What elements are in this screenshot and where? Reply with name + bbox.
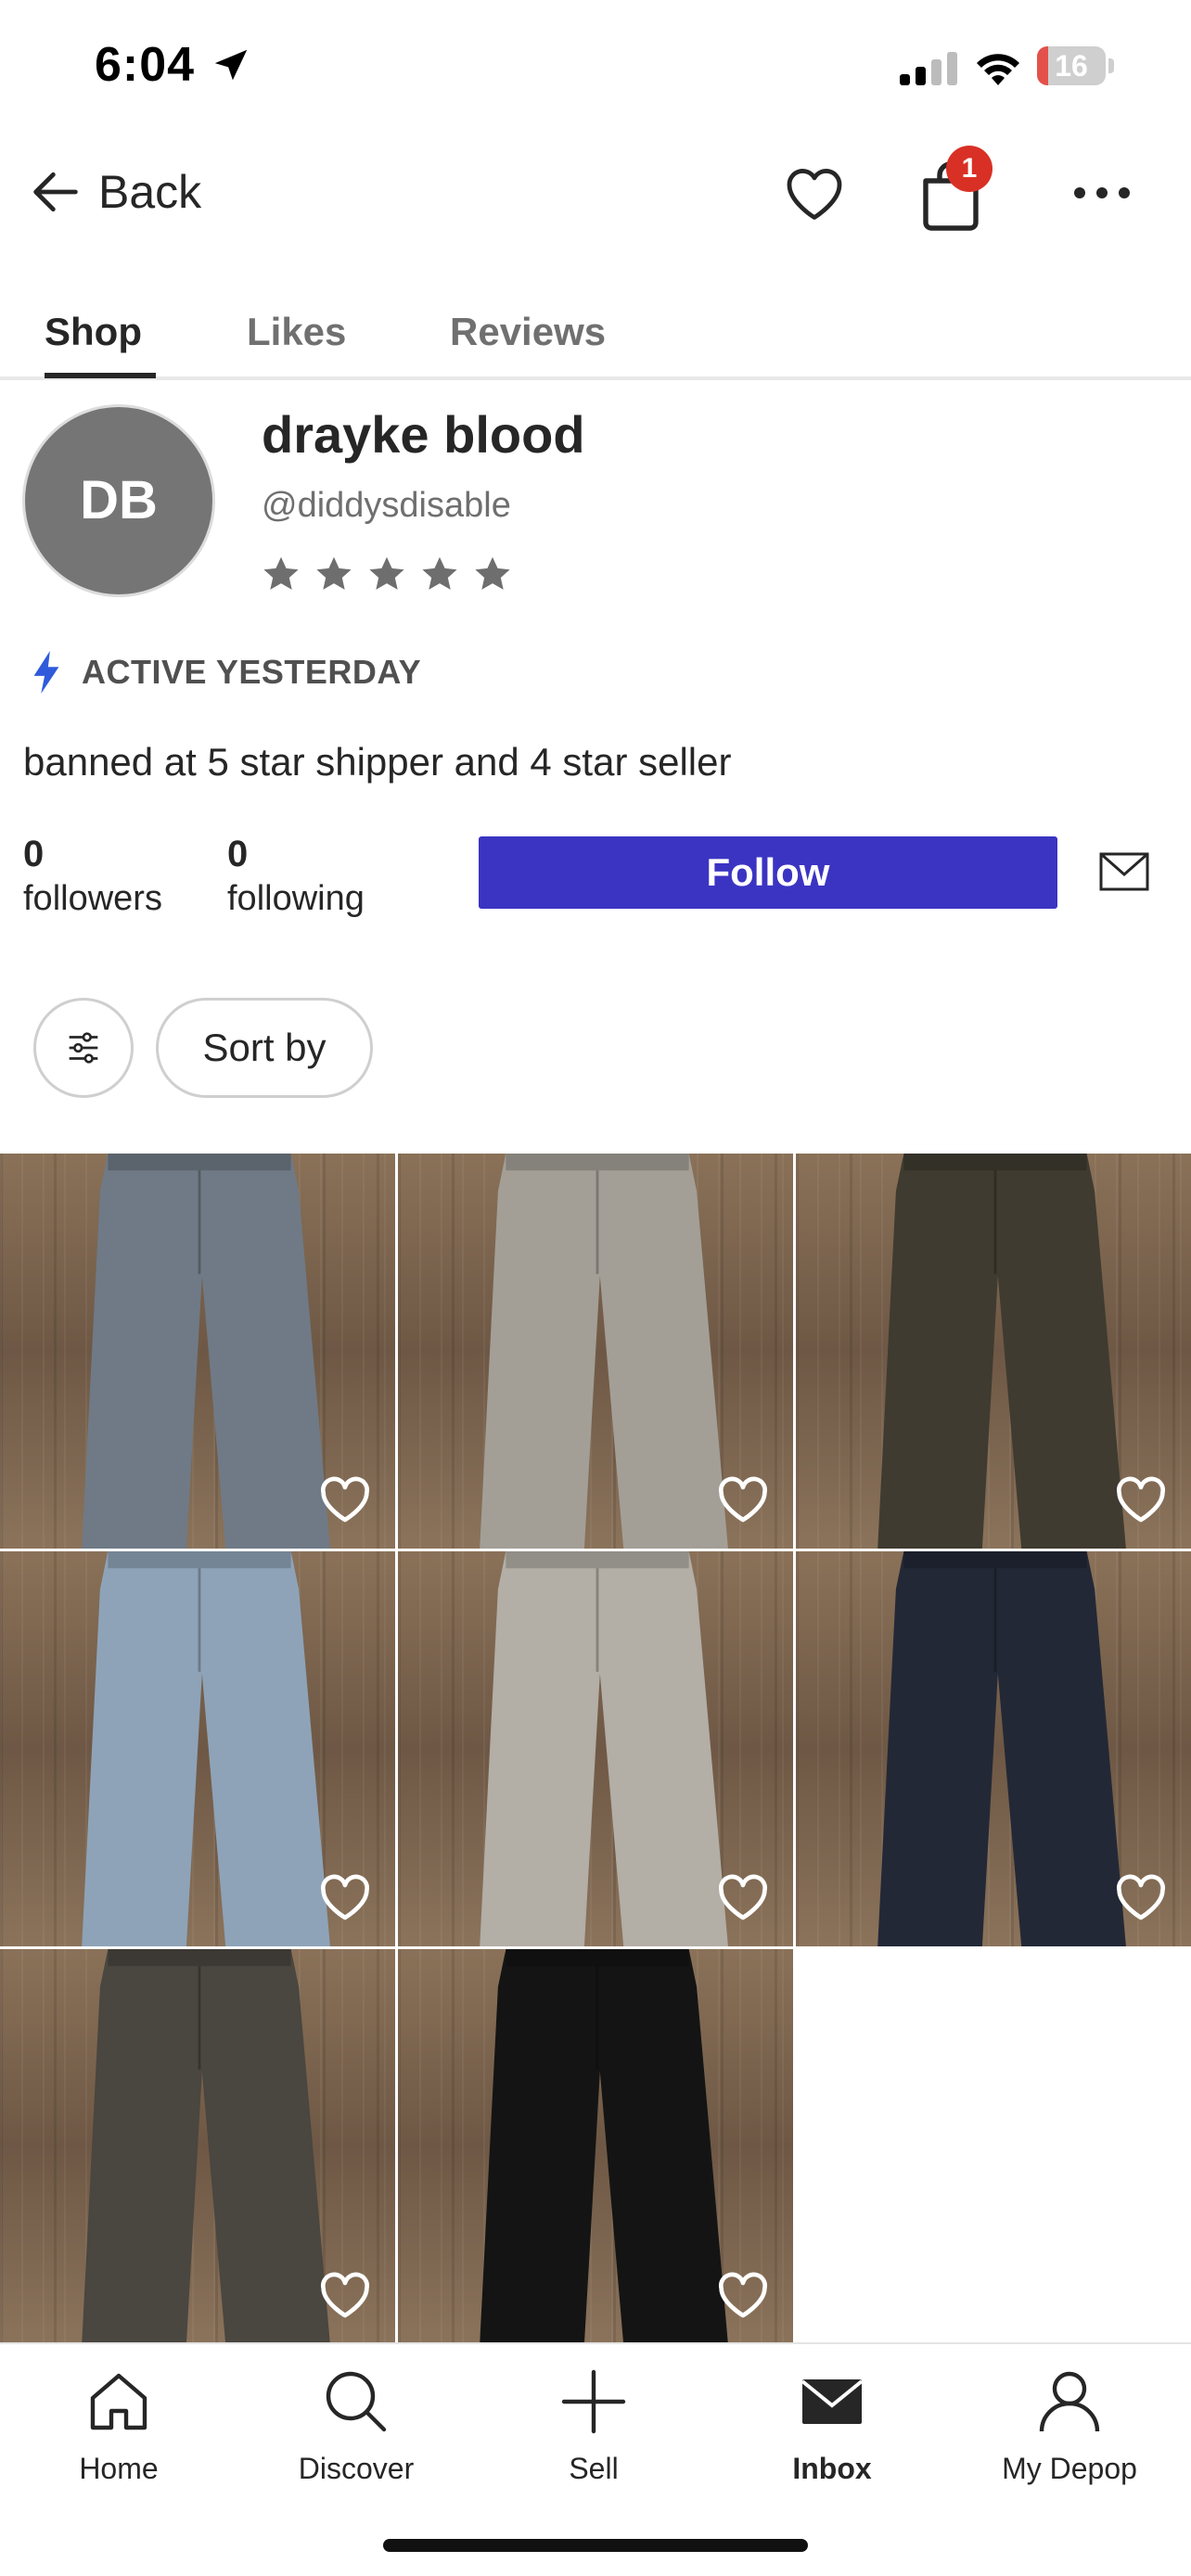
back-label: Back (98, 166, 202, 218)
filter-button[interactable] (33, 998, 134, 1098)
home-indicator (383, 2539, 808, 2552)
star-icon (263, 556, 299, 590)
location-arrow-icon (214, 49, 248, 81)
like-heart-icon[interactable] (319, 1874, 371, 1922)
cellular-signal-icon (900, 52, 957, 85)
username: @diddysdisable (262, 486, 511, 525)
listing-item[interactable] (398, 1154, 793, 1549)
message-icon[interactable] (1098, 851, 1150, 892)
active-tab-indicator (45, 373, 156, 378)
listing-item[interactable] (0, 1949, 395, 2344)
tab-shop[interactable]: Shop (45, 310, 142, 354)
following-count: 0 (227, 834, 249, 874)
listing-item[interactable] (796, 1154, 1191, 1549)
rating-stars[interactable] (260, 553, 524, 595)
like-heart-icon[interactable] (319, 2272, 371, 2320)
listing-item[interactable] (796, 1551, 1191, 1946)
listing-item[interactable] (0, 1154, 395, 1549)
search-icon (326, 2371, 387, 2432)
display-name: drayke blood (262, 405, 585, 464)
activity-status: ACTIVE YESTERDAY (30, 649, 421, 695)
tabbar-discover[interactable]: Discover (245, 2365, 467, 2486)
followers-count: 0 (23, 834, 45, 874)
followers-label: followers (23, 879, 162, 918)
lightning-icon (33, 651, 59, 694)
star-icon (369, 556, 404, 590)
tabbar-inbox-label: Inbox (792, 2452, 872, 2485)
user-icon (1039, 2371, 1100, 2432)
tabbar-my-depop[interactable]: My Depop (958, 2365, 1181, 2486)
tab-likes[interactable]: Likes (247, 310, 346, 354)
like-heart-icon[interactable] (717, 2272, 769, 2320)
star-icon (422, 556, 457, 590)
back-button[interactable]: Back (26, 155, 201, 229)
sliders-icon (69, 1032, 98, 1064)
following-label: following (227, 879, 365, 918)
listing-item[interactable] (0, 1551, 395, 1946)
inbox-mail-icon (800, 2379, 864, 2424)
like-heart-icon[interactable] (1115, 1476, 1167, 1524)
cart-count-badge: 1 (946, 146, 992, 192)
like-heart-icon[interactable] (717, 1874, 769, 1922)
listing-photo (480, 1949, 728, 2344)
arrow-left-icon (33, 172, 78, 212)
tab-reviews[interactable]: Reviews (450, 310, 606, 354)
followers-stat[interactable]: 0 followers (23, 830, 162, 919)
star-icon (475, 556, 510, 590)
like-heart-icon[interactable] (1115, 1874, 1167, 1922)
star-icon (316, 556, 352, 590)
bio: banned at 5 star shipper and 4 star sell… (23, 740, 732, 784)
tabbar-my-depop-label: My Depop (1002, 2452, 1137, 2485)
home-icon (90, 2373, 147, 2430)
like-heart-icon[interactable] (717, 1476, 769, 1524)
listing-photo (82, 1551, 330, 1946)
tabbar-inbox[interactable]: Inbox (721, 2365, 943, 2486)
more-options-icon[interactable] (1069, 173, 1135, 212)
status-bar: 6:04 16 (0, 0, 1191, 134)
tabbar-discover-label: Discover (298, 2452, 415, 2485)
status-time: 6:04 (95, 38, 196, 92)
activity-label: ACTIVE YESTERDAY (82, 653, 422, 691)
battery-indicator: 16 (1037, 46, 1115, 85)
listing-item[interactable] (398, 1949, 793, 2344)
listing-item[interactable] (398, 1551, 793, 1946)
avatar[interactable]: DB (22, 404, 215, 597)
tabbar-sell-label: Sell (569, 2452, 619, 2485)
following-stat[interactable]: 0 following (227, 830, 365, 919)
wifi-icon (977, 54, 1019, 85)
tabbar-home-label: Home (79, 2452, 159, 2485)
tabbar-sell[interactable]: Sell (482, 2365, 705, 2486)
like-heart-icon[interactable] (319, 1476, 371, 1524)
sort-by-button[interactable]: Sort by (156, 998, 373, 1098)
listing-photo (82, 1949, 330, 2344)
listing-photo (480, 1154, 728, 1549)
follow-button[interactable]: Follow (479, 836, 1057, 909)
tabbar-home[interactable]: Home (7, 2365, 230, 2486)
listing-photo (480, 1551, 728, 1946)
listing-photo (877, 1154, 1126, 1549)
battery-percentage: 16 (1055, 49, 1088, 83)
top-nav: Back 1 (0, 134, 1191, 250)
heart-icon[interactable] (781, 160, 848, 227)
listing-photo (82, 1154, 330, 1549)
plus-icon (561, 2369, 626, 2434)
profile-tabs: Shop Likes Reviews (0, 297, 1191, 380)
listing-photo (877, 1551, 1126, 1946)
